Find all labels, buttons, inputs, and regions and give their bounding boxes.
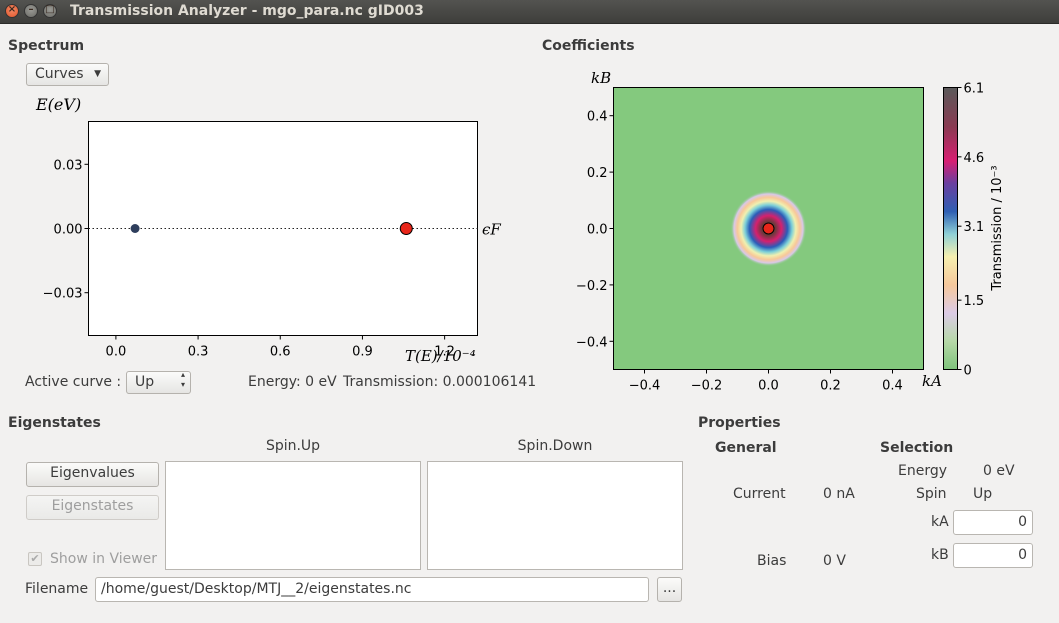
spin-arrows-icon[interactable]: ▴ ▾ [181,370,185,390]
coefficients-y-axis-label: kB [591,69,611,87]
y-tick-label: 0.2 [587,166,608,181]
colorbar-label: Transmission / 10⁻³ [990,165,1005,291]
x-tick-label: 0.0 [106,345,127,360]
properties-section-title: Properties [698,415,781,431]
bias-label: Bias [757,553,787,569]
spectrum-y-ticks: 0.03 0.00 −0.03 [43,158,89,302]
maximize-icon: □ [45,4,55,15]
selection-energy-value: 0 eV [983,463,1015,479]
ka-input[interactable]: 0 [953,510,1033,535]
spectrum-section-title: Spectrum [8,38,85,54]
spectrum-mode-value: Curves [35,66,84,82]
close-icon: × [7,4,17,15]
heatmap-y-ticks: 0.4 0.2 0.0 −0.2 −0.4 [576,110,614,350]
spectrum-x-axis-label: T(E)/10⁻⁴ [405,347,476,365]
window-close-button[interactable]: × [5,4,19,18]
x-tick-label: 0.9 [352,345,373,360]
coefficients-section-title: Coefficients [542,38,635,54]
x-tick-label: 0.6 [270,345,291,360]
colorbar-tick-label: 3.1 [964,220,985,235]
checkmark-icon: ✔ [30,552,40,565]
coefficients-x-axis-label: kA [922,372,942,390]
y-tick-label: 0.0 [587,223,608,238]
spectrum-x-ticks: 0.0 0.3 0.6 0.9 1.2 [106,335,455,360]
colorbar-ticks: 6.1 4.6 3.1 1.5 0 [957,82,985,379]
filename-input[interactable]: /home/guest/Desktop/MTJ__2/eigenstates.n… [95,577,649,602]
window-title: Transmission Analyzer - mgo_para.nc gID0… [70,3,424,19]
y-tick-label: 0.03 [54,158,83,173]
selection-group-title: Selection [880,440,954,456]
ka-label: kA [931,514,949,530]
bias-value: 0 V [823,553,846,569]
browse-file-button[interactable]: ... [657,577,682,602]
x-tick-label: 0.4 [882,379,903,394]
kb-input[interactable]: 0 [953,543,1033,568]
colorbar-tick-label: 4.6 [964,151,985,166]
eigenstates-section-title: Eigenstates [8,415,101,431]
active-curve-value: Up [135,374,155,390]
selection-spin-label: Spin [916,486,947,502]
eigenstates-button[interactable]: Eigenstates [26,495,159,520]
x-tick-label: 0.0 [758,379,779,394]
minimize-icon: – [28,4,34,15]
y-tick-label: −0.2 [576,279,608,294]
x-tick-label: 0.3 [188,345,209,360]
chevron-down-icon: ▼ [94,69,101,79]
active-curve-spinner[interactable]: Up ▴ ▾ [126,370,191,394]
y-tick-label: −0.4 [576,335,608,350]
transmission-readout: Transmission: 0.000106141 [343,374,537,390]
fermi-level-label: ϵF [482,221,501,239]
general-group-title: General [715,440,777,456]
window-maximize-button[interactable]: □ [43,4,57,18]
active-curve-label: Active curve : [25,374,122,390]
filename-label: Filename [25,581,89,597]
curve-point[interactable] [130,224,140,233]
active-curve-point[interactable] [399,222,413,235]
spin-down-list[interactable] [427,461,683,570]
selected-k-point[interactable] [762,222,775,235]
colorbar [943,87,958,370]
current-value: 0 nA [823,486,855,502]
show-in-viewer-label: Show in Viewer [50,551,158,567]
colorbar-tick-label: 0 [964,364,972,379]
colorbar-tick-label: 1.5 [964,294,985,309]
spin-down-header: Spin.Down [517,438,593,454]
current-label: Current [733,486,786,502]
x-tick-label: −0.2 [691,379,723,394]
spectrum-plot-area [88,121,478,336]
show-in-viewer-checkbox[interactable]: ✔ [28,552,42,566]
colorbar-tick-label: 6.1 [964,82,985,97]
spectrum-mode-select[interactable]: Curves ▼ [26,63,109,86]
window-minimize-button[interactable]: – [24,4,38,18]
spectrum-y-axis-label: E(eV) [35,95,81,114]
y-tick-label: 0.00 [54,223,83,238]
window-titlebar: × – □ Transmission Analyzer - mgo_para.n… [0,0,1059,24]
spin-up-list[interactable] [165,461,421,570]
selection-energy-label: Energy [898,463,948,479]
spectrum-plot[interactable]: E(eV) 0.030.00−0.03 0.0 0.3 0.6 0.9 1.2 ϵF T… [0,88,520,378]
spin-up-header: Spin.Up [265,438,321,454]
kb-label: kB [931,547,949,563]
heatmap-x-ticks: −0.4 −0.2 0.0 0.2 0.4 [629,369,903,394]
x-tick-label: −0.4 [629,379,661,394]
y-tick-label: −0.03 [43,287,83,302]
eigenvalues-button[interactable]: Eigenvalues [26,462,159,487]
y-tick-label: 0.4 [587,110,608,125]
x-tick-label: 0.2 [820,379,841,394]
energy-readout: Energy: 0 eV [248,374,337,390]
coefficients-heatmap[interactable]: kB −0.4 −0.2 0.0 0.2 0.4 0.4 0.2 0.0 −0.2 −0.4 k… [560,66,1040,396]
selection-spin-value: Up [973,486,993,502]
